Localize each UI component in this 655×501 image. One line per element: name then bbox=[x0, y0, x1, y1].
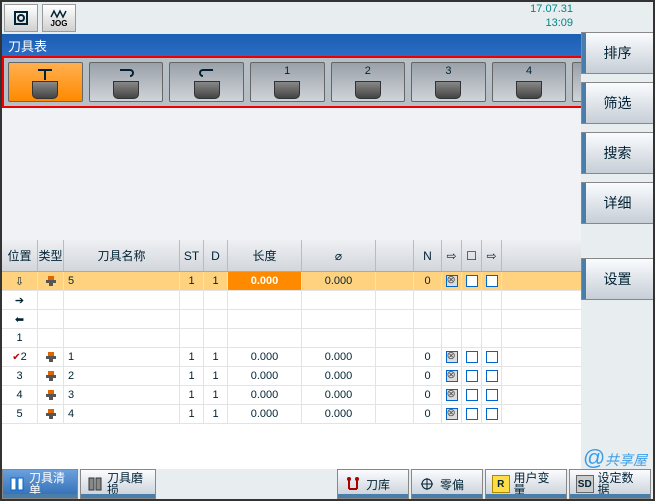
col-ic1: ⇨ bbox=[442, 240, 462, 271]
table-row[interactable]: 1 bbox=[2, 329, 581, 348]
table-row[interactable]: 32110.0000.0000 bbox=[2, 367, 581, 386]
mode-o-button[interactable] bbox=[4, 4, 38, 32]
side-btn-0[interactable]: 排序 bbox=[581, 32, 653, 74]
tool-list-icon bbox=[9, 475, 25, 493]
date-text: 17.07.31 bbox=[530, 2, 573, 16]
main-area: 根据刀长进行不同长度的显示 位置 类型 刀具名称 ST D 长度 ⌀ N ⇨ ☐… bbox=[2, 108, 581, 469]
col-pos[interactable]: 位置 bbox=[2, 240, 38, 271]
user-var-icon: R bbox=[492, 475, 510, 493]
col-name[interactable]: 刀具名称 bbox=[64, 240, 180, 271]
tool-table: 位置 类型 刀具名称 ST D 长度 ⌀ N ⇨ ☐ ⇨ ⇩5110.0000.… bbox=[2, 240, 581, 469]
btn-setting-data[interactable]: SD 设定数据 bbox=[569, 469, 651, 499]
tool-slot-5[interactable]: 3 bbox=[411, 62, 486, 102]
tool-wear-icon bbox=[87, 475, 103, 493]
col-sp bbox=[376, 240, 414, 271]
o-icon bbox=[12, 9, 30, 27]
col-dia[interactable]: ⌀ bbox=[302, 240, 376, 271]
side-btn-4[interactable]: 设置 bbox=[581, 258, 653, 300]
btn-user-var[interactable]: R 用户变量 bbox=[485, 469, 567, 499]
col-ic2: ☐ bbox=[462, 240, 482, 271]
btn-magazine[interactable]: 刀库 bbox=[337, 469, 409, 499]
col-st[interactable]: ST bbox=[180, 240, 204, 271]
table-row[interactable]: ➔ bbox=[2, 291, 581, 310]
btn-tool-wear[interactable]: 刀具磨损 bbox=[80, 469, 156, 499]
side-panel: 排序筛选搜索详细设置 bbox=[581, 2, 653, 472]
tool-slot-1[interactable] bbox=[89, 62, 164, 102]
btn-zero-offset[interactable]: 零偏 bbox=[411, 469, 483, 499]
table-row[interactable]: ⇩5110.0000.0000 bbox=[2, 272, 581, 291]
tool-slot-6[interactable]: 4 bbox=[492, 62, 567, 102]
col-d[interactable]: D bbox=[204, 240, 228, 271]
bottom-bar: 刀具清单 刀具磨损 刀库 零偏 R 用户变量 SD 设定数据 bbox=[2, 469, 653, 499]
side-btn-3[interactable]: 详细 bbox=[581, 182, 653, 224]
tool-slot-3[interactable]: 1 bbox=[250, 62, 325, 102]
tool-strip: 12345 bbox=[2, 56, 653, 108]
top-toolbar: JOG 17.07.31 13:09 bbox=[2, 2, 653, 34]
jog-icon bbox=[50, 9, 68, 19]
col-ic3: ⇨ bbox=[482, 240, 502, 271]
tool-slot-2[interactable] bbox=[169, 62, 244, 102]
magazine-icon bbox=[344, 475, 362, 493]
app-frame: JOG 17.07.31 13:09 刀具表 NEWEAY 12345 排序筛选… bbox=[0, 0, 655, 501]
table-row[interactable]: ✔21110.0000.0000 bbox=[2, 348, 581, 367]
time-text: 13:09 bbox=[530, 16, 573, 30]
table-row[interactable]: 43110.0000.0000 bbox=[2, 386, 581, 405]
table-row[interactable]: ⬅ bbox=[2, 310, 581, 329]
side-btn-1[interactable]: 筛选 bbox=[581, 82, 653, 124]
title-bar: 刀具表 NEWEAY bbox=[2, 34, 653, 56]
title-left: 刀具表 bbox=[8, 36, 47, 55]
tool-slot-0[interactable] bbox=[8, 62, 83, 102]
sd-icon: SD bbox=[576, 475, 594, 493]
table-row[interactable]: 54110.0000.0000 bbox=[2, 405, 581, 424]
btn-tool-list[interactable]: 刀具清单 bbox=[2, 469, 78, 499]
col-n[interactable]: N bbox=[414, 240, 442, 271]
tool-slot-4[interactable]: 2 bbox=[331, 62, 406, 102]
table-header: 位置 类型 刀具名称 ST D 长度 ⌀ N ⇨ ☐ ⇨ bbox=[2, 240, 581, 272]
table-body: ⇩5110.0000.0000➔⬅1✔21110.0000.000032110.… bbox=[2, 272, 581, 424]
col-len[interactable]: 长度 bbox=[228, 240, 302, 271]
bottom-spacer bbox=[158, 469, 337, 499]
jog-label: JOG bbox=[51, 19, 68, 28]
mode-jog-button[interactable]: JOG bbox=[42, 4, 76, 32]
datetime: 17.07.31 13:09 bbox=[530, 2, 573, 30]
side-btn-2[interactable]: 搜索 bbox=[581, 132, 653, 174]
col-type[interactable]: 类型 bbox=[38, 240, 64, 271]
zero-offset-icon bbox=[418, 475, 436, 493]
